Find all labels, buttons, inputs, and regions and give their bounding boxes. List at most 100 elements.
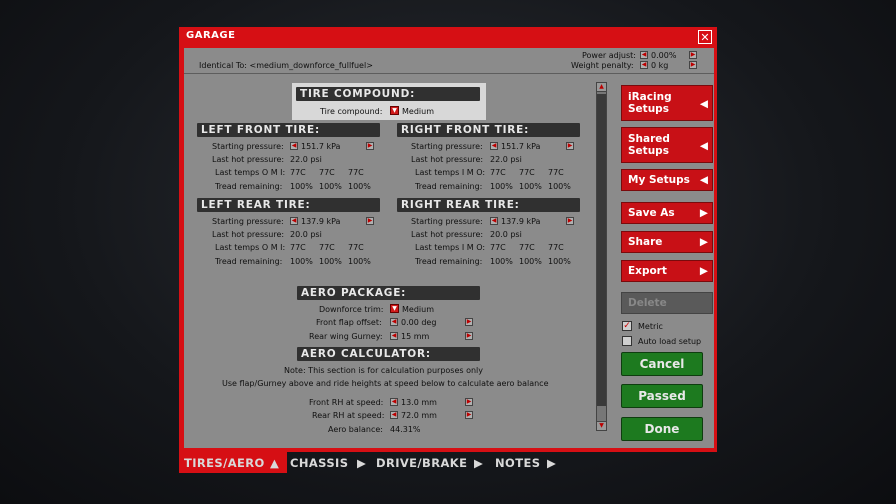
power-adjust-label: Power adjust: <box>582 51 637 60</box>
lr-start-value: 137.9 kPa <box>301 217 341 226</box>
rf-start-value: 151.7 kPa <box>501 142 541 151</box>
tab-tires-aero-label: TIRES/AERO <box>184 456 265 470</box>
power-adjust-value: 0.00% <box>651 51 677 60</box>
left-rear-header: LEFT REAR TIRE: <box>197 198 380 212</box>
rf-start-decrease-button[interactable]: ◀ <box>490 142 498 150</box>
power-adjust-decrease-button[interactable]: ◀ <box>640 51 648 59</box>
rr-temps-label: Last temps I M O: <box>415 243 486 252</box>
rf-temp-i: 77C <box>490 168 506 177</box>
lr-tread-o: 100% <box>290 257 313 266</box>
rf-start-increase-button[interactable]: ▶ <box>566 142 574 150</box>
metric-label: Metric <box>638 322 663 331</box>
triangle-right-icon: ▶ <box>357 456 367 470</box>
rr-tread-i: 100% <box>490 257 513 266</box>
close-button[interactable]: ✕ <box>698 30 712 44</box>
lr-tread-m: 100% <box>319 257 342 266</box>
triangle-right-icon: ▶ <box>474 456 484 470</box>
flap-decrease-button[interactable]: ◀ <box>390 318 398 326</box>
rr-temp-i: 77C <box>490 243 506 252</box>
rf-temp-o: 77C <box>548 168 564 177</box>
scrollbar-thumb[interactable] <box>597 94 606 406</box>
flap-value: 0.00 deg <box>401 318 437 327</box>
metric-checkbox[interactable]: ✓ <box>622 321 632 331</box>
gurney-increase-button[interactable]: ▶ <box>465 332 473 340</box>
rf-hot-label: Last hot pressure: <box>411 155 484 164</box>
export-button[interactable]: Export ▶ <box>621 260 713 282</box>
rear-rh-increase-button[interactable]: ▶ <box>465 411 473 419</box>
rr-start-label: Starting pressure: <box>411 217 483 226</box>
lr-hot-label: Last hot pressure: <box>212 230 285 239</box>
tab-tires-aero[interactable]: TIRES/AERO ▲ <box>179 452 287 473</box>
tab-drive-brake[interactable]: DRIVE/BRAKE ▶ <box>376 452 486 473</box>
lf-hot-label: Last hot pressure: <box>212 155 285 164</box>
cancel-button[interactable]: Cancel <box>621 352 703 376</box>
lr-temp-i: 77C <box>348 243 364 252</box>
left-front-header: LEFT FRONT TIRE: <box>197 123 380 137</box>
done-button[interactable]: Done <box>621 417 703 441</box>
rf-hot-value: 22.0 psi <box>490 155 522 164</box>
tab-notes-label: NOTES <box>495 456 541 470</box>
lf-tread-o: 100% <box>290 182 313 191</box>
scroll-up-button[interactable]: ▲ <box>596 82 607 92</box>
rear-rh-value: 72.0 mm <box>401 411 437 420</box>
front-rh-decrease-button[interactable]: ◀ <box>390 398 398 406</box>
weight-penalty-decrease-button[interactable]: ◀ <box>640 61 648 69</box>
scroll-down-button[interactable]: ▼ <box>596 421 607 431</box>
lf-temp-m: 77C <box>319 168 335 177</box>
triangle-left-icon: ◀ <box>699 98 708 110</box>
share-label: Share <box>628 236 663 248</box>
front-rh-label: Front RH at speed: <box>309 398 384 407</box>
delete-button[interactable]: Delete <box>621 292 713 314</box>
lr-hot-value: 20.0 psi <box>290 230 322 239</box>
rr-tread-o: 100% <box>548 257 571 266</box>
triangle-up-icon: ▲ <box>270 456 280 470</box>
lf-tread-label: Tread remaining: <box>215 182 283 191</box>
lf-start-increase-button[interactable]: ▶ <box>366 142 374 150</box>
downforce-dropdown[interactable]: ▼ <box>390 304 399 313</box>
lf-tread-i: 100% <box>348 182 371 191</box>
rr-hot-label: Last hot pressure: <box>411 230 484 239</box>
rear-rh-decrease-button[interactable]: ◀ <box>390 411 398 419</box>
save-as-button[interactable]: Save As ▶ <box>621 202 713 224</box>
gurney-decrease-button[interactable]: ◀ <box>390 332 398 340</box>
tab-chassis[interactable]: CHASSIS ▶ <box>290 452 370 473</box>
auto-load-label: Auto load setup <box>638 337 702 346</box>
shared-setups-button[interactable]: Shared Setups ◀ <box>621 127 713 163</box>
my-setups-button[interactable]: My Setups ◀ <box>621 169 713 191</box>
passed-button[interactable]: Passed <box>621 384 703 408</box>
weight-penalty-label: Weight penalty: <box>571 61 634 70</box>
lf-start-decrease-button[interactable]: ◀ <box>290 142 298 150</box>
flap-increase-button[interactable]: ▶ <box>465 318 473 326</box>
aero-balance-label: Aero balance: <box>328 425 383 434</box>
lr-start-increase-button[interactable]: ▶ <box>366 217 374 225</box>
delete-label: Delete <box>628 297 667 309</box>
rear-rh-label: Rear RH at speed: <box>312 411 385 420</box>
tab-notes[interactable]: NOTES ▶ <box>495 452 565 473</box>
rf-start-label: Starting pressure: <box>411 142 483 151</box>
triangle-right-icon: ▶ <box>699 236 708 248</box>
triangle-right-icon: ▶ <box>547 456 557 470</box>
save-as-label: Save As <box>628 207 675 219</box>
lr-start-decrease-button[interactable]: ◀ <box>290 217 298 225</box>
rr-tread-m: 100% <box>519 257 542 266</box>
front-rh-increase-button[interactable]: ▶ <box>465 398 473 406</box>
iracing-setups-button[interactable]: iRacing Setups ◀ <box>621 85 713 121</box>
tire-compound-dropdown[interactable]: ▼ <box>390 106 399 115</box>
weight-penalty-increase-button[interactable]: ▶ <box>689 61 697 69</box>
lf-tread-m: 100% <box>319 182 342 191</box>
rr-start-decrease-button[interactable]: ◀ <box>490 217 498 225</box>
tab-drive-brake-label: DRIVE/BRAKE <box>376 456 468 470</box>
tire-compound-value: Medium <box>402 107 434 116</box>
auto-load-checkbox[interactable] <box>622 336 632 346</box>
lr-temps-label: Last temps O M I: <box>215 243 286 252</box>
right-front-header: RIGHT FRONT TIRE: <box>397 123 580 137</box>
right-rear-header: RIGHT REAR TIRE: <box>397 198 580 212</box>
share-button[interactable]: Share ▶ <box>621 231 713 253</box>
power-adjust-increase-button[interactable]: ▶ <box>689 51 697 59</box>
rr-start-increase-button[interactable]: ▶ <box>566 217 574 225</box>
rr-temp-o: 77C <box>548 243 564 252</box>
aero-balance-value: 44.31% <box>390 425 421 434</box>
rr-hot-value: 20.0 psi <box>490 230 522 239</box>
weight-penalty-value: 0 kg <box>651 61 669 70</box>
lf-start-label: Starting pressure: <box>212 142 284 151</box>
